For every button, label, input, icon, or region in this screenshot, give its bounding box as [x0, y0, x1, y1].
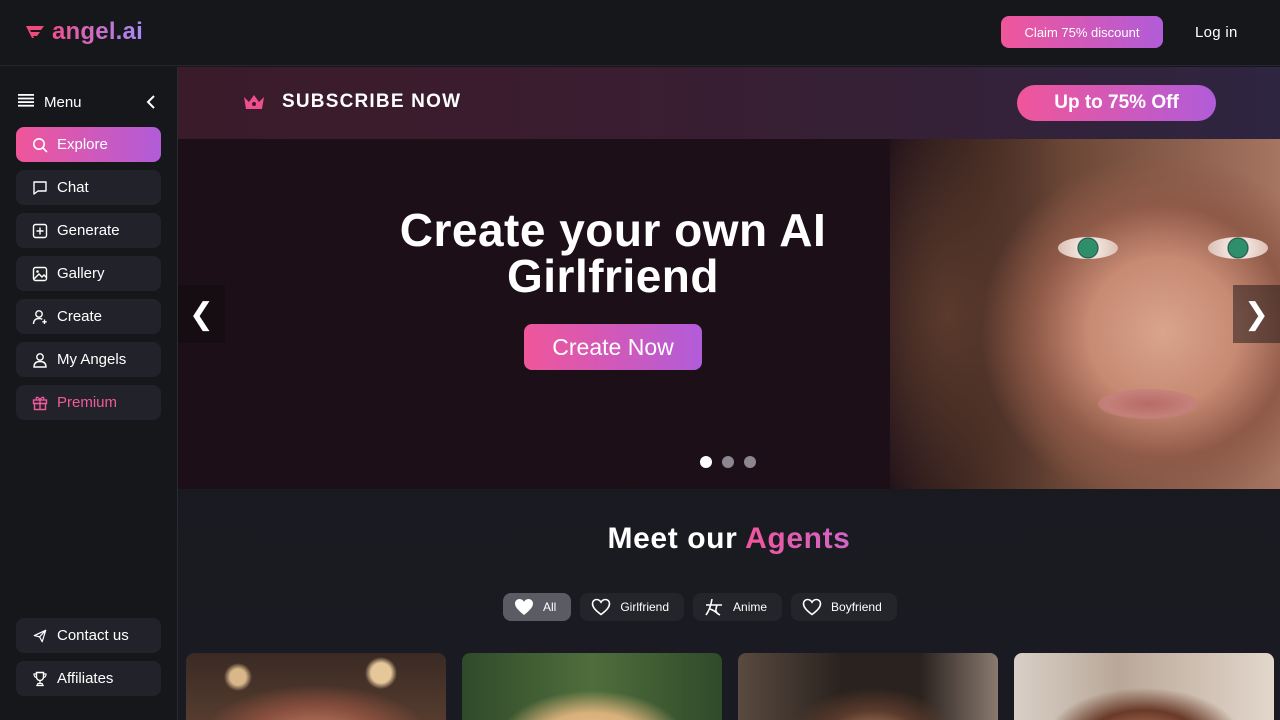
sidebar-item-label: Generate [57, 222, 120, 239]
sidebar-item-label: Chat [57, 179, 89, 196]
agents-title-prefix: Meet our [607, 522, 738, 555]
sidebar-menu-header: Menu [18, 91, 160, 113]
agent-card[interactable] [738, 653, 998, 720]
image-icon [31, 265, 49, 283]
sidebar-item-label: Explore [57, 136, 108, 153]
filter-girlfriend[interactable]: Girlfriend [580, 593, 685, 621]
top-header: angel.ai Claim 75% discount Log in [0, 0, 1280, 66]
carousel-dots [700, 456, 756, 468]
carousel-dot[interactable] [744, 456, 756, 468]
agents-section-title: Meet our Agents [178, 522, 1280, 556]
trophy-icon [31, 670, 49, 688]
hero-title-line2: Girlfriend [506, 250, 720, 302]
filter-all[interactable]: All [503, 593, 572, 621]
agent-card[interactable] [1014, 653, 1274, 720]
logo[interactable]: angel.ai [24, 18, 143, 46]
sidebar-item-generate[interactable]: Generate [16, 213, 161, 248]
hero-carousel: Create your own AI Girlfriend Create Now… [178, 139, 1280, 489]
hero-eye-left [1058, 237, 1118, 259]
hamburger-icon [18, 93, 34, 112]
agent-card[interactable] [186, 653, 446, 720]
subscribe-banner[interactable]: SUBSCRIBE NOW Up to 75% Off [178, 67, 1280, 139]
agents-title-accent: Agents [745, 522, 851, 555]
menu-label: Menu [44, 93, 82, 111]
agent-cards [186, 653, 1274, 720]
claim-discount-button[interactable]: Claim 75% discount [1001, 16, 1163, 48]
carousel-prev-button[interactable]: ❮ [178, 285, 225, 343]
sidebar: Menu Explore Chat Generate Gallery Creat… [0, 67, 178, 720]
agent-filters: All Girlfriend Anime Boyfriend [503, 593, 897, 621]
sidebar-item-label: Affiliates [57, 670, 114, 687]
send-icon [31, 627, 49, 645]
sidebar-item-gallery[interactable]: Gallery [16, 256, 161, 291]
sidebar-item-label: Premium [57, 394, 118, 411]
users-icon [31, 351, 49, 369]
heart-icon [802, 597, 822, 617]
subscribe-text: SUBSCRIBE NOW [282, 91, 462, 112]
hero-title: Create your own AI Girlfriend [358, 207, 868, 299]
search-icon [31, 136, 49, 154]
create-now-button[interactable]: Create Now [524, 324, 702, 370]
discount-button[interactable]: Up to 75% Off [1017, 85, 1216, 121]
kanji-icon [704, 597, 724, 617]
sidebar-item-my-angels[interactable]: My Angels [16, 342, 161, 377]
filter-label: Anime [733, 600, 768, 614]
chat-icon [31, 179, 49, 197]
hero-image [890, 139, 1280, 489]
collapse-sidebar-icon[interactable] [144, 93, 158, 111]
sidebar-item-label: Contact us [57, 627, 129, 644]
carousel-dot[interactable] [722, 456, 734, 468]
user-plus-icon [31, 308, 49, 326]
sidebar-item-explore[interactable]: Explore [16, 127, 161, 162]
heart-icon [591, 597, 611, 617]
filter-label: Girlfriend [620, 600, 670, 614]
sidebar-item-label: Create [57, 308, 103, 325]
sidebar-item-create[interactable]: Create [16, 299, 161, 334]
sidebar-item-affiliates[interactable]: Affiliates [16, 661, 161, 696]
heart-filled-icon [514, 597, 534, 617]
hero-title-line1: Create your own AI [399, 204, 827, 256]
gift-icon [31, 394, 49, 412]
hero-lips [1098, 389, 1198, 419]
sidebar-item-label: My Angels [57, 351, 127, 368]
carousel-dot[interactable] [700, 456, 712, 468]
filter-label: Boyfriend [831, 600, 882, 614]
hero-eye-right [1208, 237, 1268, 259]
filter-anime[interactable]: Anime [693, 593, 783, 621]
logo-icon [24, 22, 48, 42]
sidebar-item-label: Gallery [57, 265, 105, 282]
main-content: SUBSCRIBE NOW Up to 75% Off Create your … [178, 67, 1280, 720]
carousel-next-button[interactable]: ❯ [1233, 285, 1280, 343]
agent-card[interactable] [462, 653, 722, 720]
logo-text: angel.ai [52, 18, 143, 45]
plus-square-icon [31, 222, 49, 240]
sidebar-item-chat[interactable]: Chat [16, 170, 161, 205]
filter-label: All [543, 600, 557, 614]
login-button[interactable]: Log in [1186, 20, 1247, 44]
filter-boyfriend[interactable]: Boyfriend [791, 593, 897, 621]
sidebar-item-contact-us[interactable]: Contact us [16, 618, 161, 653]
crown-icon [242, 92, 266, 112]
sidebar-item-premium[interactable]: Premium [16, 385, 161, 420]
